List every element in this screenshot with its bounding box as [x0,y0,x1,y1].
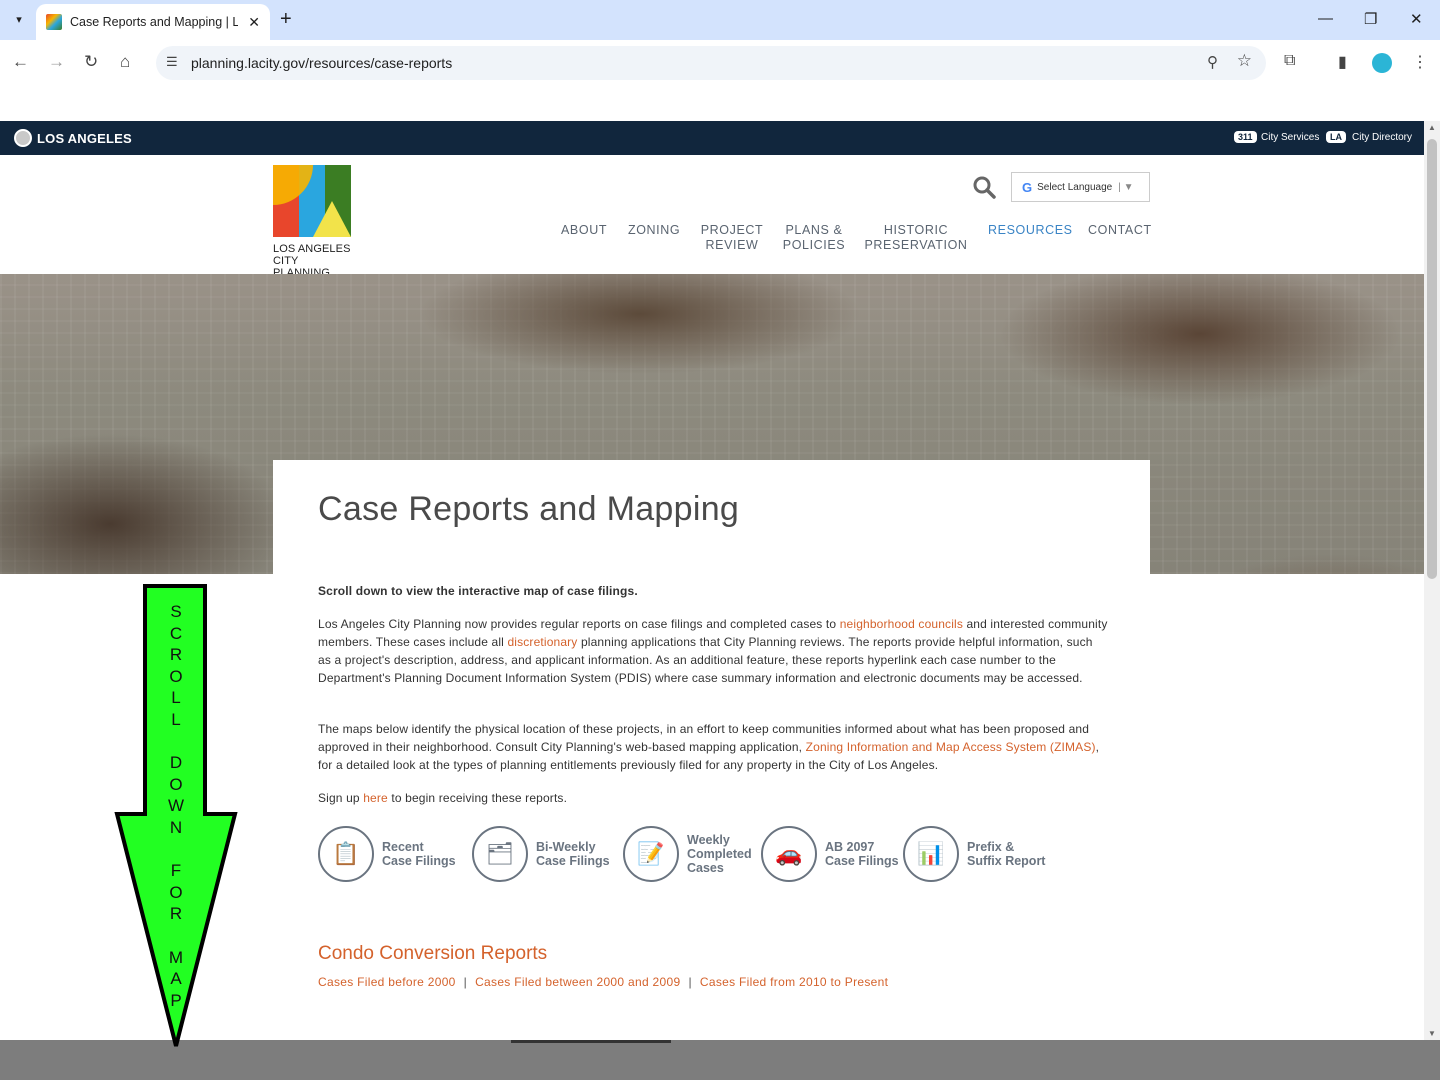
condo-links: Cases Filed before 2000 | Cases Filed betw… [318,975,889,989]
city-seal-icon [14,129,32,147]
paragraph-1: Los Angeles City Planning now provides r… [318,617,1108,685]
zimas-link[interactable]: Zoning Information and Map Access System… [806,740,1096,754]
site-header: LOS ANGELES CITY PLANNING G Select Langu… [0,155,1424,279]
nav-plans-policies[interactable]: PLANS & POLICIES [782,223,846,253]
google-g-icon: G [1022,179,1033,195]
scroll-down-icon[interactable]: ▼ [1428,1029,1436,1038]
address-bar[interactable]: ☰ planning.lacity.gov/resources/case-rep… [156,46,1266,80]
scrollbar-thumb[interactable] [1427,139,1437,579]
nav-project-review[interactable]: PROJECT REVIEW [700,223,764,253]
browser-tab[interactable]: Case Reports and Mapping | Lo ✕ [36,4,270,40]
city-name[interactable]: LOS ANGELES [37,131,132,146]
clipboard-icon: 📋 [318,826,374,882]
city-directory-link[interactable]: City Directory [1352,132,1412,143]
scroll-down-for-map-label: SCROLL DOWN FOR MAPSCROLL DOWN FOR MAP [167,602,185,1010]
minimize-icon[interactable]: — [1318,10,1333,27]
signup-here-link[interactable]: here [363,791,388,805]
nav-zoning[interactable]: ZONING [628,223,680,238]
forward-icon[interactable]: → [48,52,65,72]
city-top-bar: LOS ANGELES 311 City Services LA City Di… [0,121,1424,155]
page-scrollbar[interactable]: ▲ ▼ [1424,121,1440,1040]
close-tab-icon[interactable]: ✕ [248,14,260,31]
page-title: Case Reports and Mapping [318,490,740,528]
cases-2000-2009-link[interactable]: Cases Filed between 2000 and 2009 [475,975,680,989]
cases-before-2000-link[interactable]: Cases Filed before 2000 [318,975,456,989]
url-text[interactable]: planning.lacity.gov/resources/case-repor… [191,55,452,71]
ab2097-case-filings-link[interactable]: 🚗 AB 2097 Case Filings [761,824,899,884]
side-panel-icon[interactable]: ▮ [1338,52,1347,72]
new-tab-icon[interactable]: + [280,8,292,31]
browser-toolbar: ← → ↻ ⌂ ☰ planning.lacity.gov/resources/… [0,40,1440,86]
dropdown-arrow-icon: | ▼ [1118,181,1134,193]
nav-about[interactable]: ABOUT [561,223,607,238]
zoom-icon[interactable]: ⚲ [1207,53,1218,71]
report-chart-icon: 📊 [903,826,959,882]
menu-kebab-icon[interactable]: ⋮ [1412,52,1428,72]
site-info-icon[interactable]: ☰ [166,54,178,70]
cases-2010-present-link[interactable]: Cases Filed from 2010 to Present [700,975,888,989]
document-stack-icon: 🗂 [472,826,528,882]
paragraph-2: The maps below identify the physical loc… [318,722,1100,772]
close-window-icon[interactable]: ✕ [1410,10,1423,28]
neighborhood-councils-link[interactable]: neighborhood councils [840,617,963,631]
parking-car-icon: 🚗 [761,826,817,882]
intro-text: Scroll down to view the interactive map … [318,584,638,598]
city-planning-logo[interactable] [273,165,351,237]
back-icon[interactable]: ← [12,52,29,72]
signed-document-icon: 📝 [623,826,679,882]
scroll-up-icon[interactable]: ▲ [1428,123,1436,132]
bookmark-star-icon[interactable]: ☆ [1237,51,1252,71]
site-favicon-icon [46,14,62,30]
condo-conversion-heading: Condo Conversion Reports [318,943,548,964]
paragraph-3: Sign up here to begin receiving these re… [318,791,568,805]
badge-311: 311 [1234,131,1257,143]
badge-la: LA [1326,131,1346,143]
prefix-suffix-report-link[interactable]: 📊 Prefix & Suffix Report [903,824,1045,884]
nav-resources[interactable]: RESOURCES [988,223,1073,238]
discretionary-link[interactable]: discretionary [507,635,577,649]
search-icon[interactable] [972,175,996,199]
recent-case-filings-link[interactable]: 📋 Recent Case Filings [318,824,456,884]
tab-title: Case Reports and Mapping | Lo [70,15,238,29]
language-select[interactable]: G Select Language | ▼ [1011,172,1150,202]
weekly-completed-cases-link[interactable]: 📝 Weekly Completed Cases [623,824,752,884]
profile-avatar[interactable] [1372,53,1392,73]
reload-icon[interactable]: ↻ [84,52,98,72]
home-icon[interactable]: ⌂ [120,52,130,72]
extensions-icon[interactable]: ⧉ [1284,52,1295,70]
biweekly-case-filings-link[interactable]: 🗂 Bi-Weekly Case Filings [472,824,610,884]
tab-search-icon[interactable]: ▾ [8,8,30,30]
nav-historic-preservation[interactable]: HISTORIC PRESERVATION [864,223,968,253]
restore-icon[interactable]: ❐ [1364,10,1377,28]
city-services-link[interactable]: City Services [1261,132,1319,143]
browser-tab-strip: ▾ Case Reports and Mapping | Lo ✕ + — ❐ … [0,0,1440,40]
nav-contact[interactable]: CONTACT [1088,223,1152,238]
